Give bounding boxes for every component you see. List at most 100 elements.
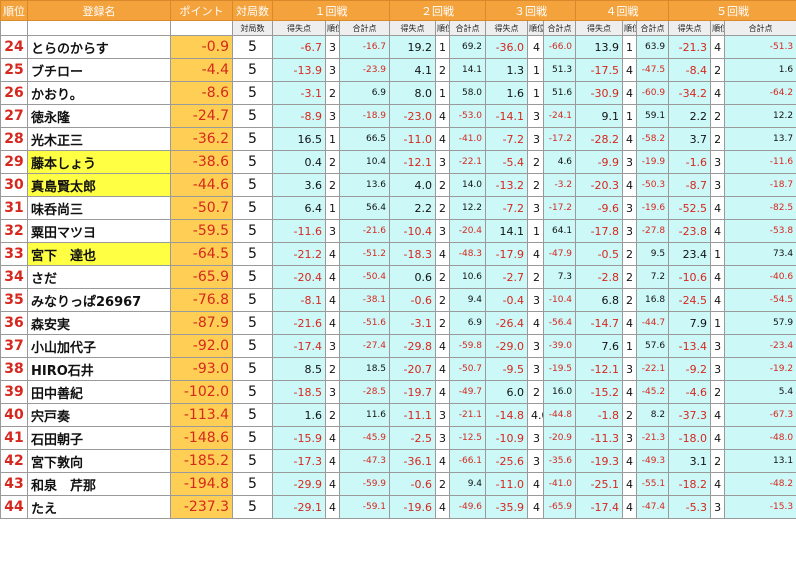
ranking-body: 24 とらのからす -0.9 5 -6.7 3 -16.7 19.2 1 69.2 -36.0 4 -6… xyxy=(0,35,796,519)
round-1-total: 10.4 xyxy=(338,150,391,174)
round-4-gain: -12.1 xyxy=(575,357,624,381)
points-cell: -194.8 xyxy=(170,472,233,496)
round-3-gain: -14.8 xyxy=(485,403,529,427)
round-4-total: -49.3 xyxy=(636,449,670,473)
round-3-gain: -9.5 xyxy=(485,357,529,381)
games-count: 5 xyxy=(232,472,273,496)
round-3-total: -56.4 xyxy=(543,311,577,335)
points-cell: -65.9 xyxy=(170,265,233,289)
round-5-total: 12.2 xyxy=(724,104,796,128)
points-cell: -36.2 xyxy=(170,127,233,151)
round-2-total: 58.0 xyxy=(449,81,487,105)
subheader-gain: 得失点 xyxy=(272,20,326,36)
player-name: ブチロー xyxy=(27,58,171,82)
player-name: 味呑尚三 xyxy=(27,196,171,220)
round-1-total: -59.9 xyxy=(338,472,391,496)
points-cell: -38.6 xyxy=(170,150,233,174)
round-5-place: 2 xyxy=(710,104,726,128)
round-2-total: 12.2 xyxy=(449,196,487,220)
points-cell: -8.6 xyxy=(170,81,233,105)
round-4-gain: -17.4 xyxy=(575,495,624,519)
round-2-place: 4 xyxy=(435,104,451,128)
round-2-place: 4 xyxy=(435,380,451,404)
round-3-total: 51.6 xyxy=(543,81,577,105)
round-3-total: -39.0 xyxy=(543,334,577,358)
round-5-place: 4 xyxy=(710,288,726,312)
games-header: 対局数 xyxy=(232,0,273,21)
round-1-place: 2 xyxy=(325,403,340,427)
round-4-total: 9.5 xyxy=(636,242,670,266)
round-4-gain: 7.6 xyxy=(575,334,624,358)
player-name: 真島賢太郎 xyxy=(27,173,171,197)
round-3-place: 1 xyxy=(527,81,545,105)
round-3-place: 3 xyxy=(527,357,545,381)
subheader-total: 合計点 xyxy=(338,20,391,36)
round-5-gain: -8.7 xyxy=(668,173,712,197)
round-5-place: 2 xyxy=(710,449,726,473)
round-5-place: 4 xyxy=(710,81,726,105)
round-1-place: 4 xyxy=(325,288,340,312)
round-2-place: 2 xyxy=(435,288,451,312)
round-1-total: -23.9 xyxy=(338,58,391,82)
round-1-gain: -18.5 xyxy=(272,380,326,404)
round-2-total: -41.0 xyxy=(449,127,487,151)
round-4-gain: -20.3 xyxy=(575,173,624,197)
round-4-total: -47.5 xyxy=(636,58,670,82)
round-3-place: 2 xyxy=(527,380,545,404)
round-5-total: -48.0 xyxy=(724,426,796,450)
round-1-header: １回戦 xyxy=(271,0,391,21)
round-1-total: -50.4 xyxy=(338,265,391,289)
round-2-total: -49.6 xyxy=(449,495,487,519)
points-cell: -237.3 xyxy=(170,495,233,519)
round-2-gain: -29.8 xyxy=(389,334,437,358)
round-2-place: 3 xyxy=(435,426,451,450)
player-name: 光木正三 xyxy=(27,127,171,151)
round-1-place: 4 xyxy=(325,311,340,335)
round-3-place: 3 xyxy=(527,334,545,358)
subheader-gain: 得失点 xyxy=(389,20,437,36)
round-2-place: 2 xyxy=(435,311,451,335)
round-2-total: 69.2 xyxy=(449,35,487,59)
round-1-gain: 1.6 xyxy=(272,403,326,427)
round-2-gain: 8.0 xyxy=(389,81,437,105)
round-1-total: 11.6 xyxy=(338,403,391,427)
player-name: 田中善紀 xyxy=(27,380,171,404)
round-2-total: 6.9 xyxy=(449,311,487,335)
round-4-gain: -30.9 xyxy=(575,81,624,105)
round-4-gain: -9.9 xyxy=(575,150,624,174)
round-3-gain: -2.7 xyxy=(485,265,529,289)
round-1-gain: -15.9 xyxy=(272,426,326,450)
rank-header: 順位 xyxy=(0,0,28,21)
table-row: 24 とらのからす -0.9 5 -6.7 3 -16.7 19.2 1 69.2 -36.0 4 -6… xyxy=(0,35,796,59)
round-4-gain: -1.8 xyxy=(575,403,624,427)
rank-cell: 34 xyxy=(0,265,28,289)
round-5-total: 5.4 xyxy=(724,380,796,404)
round-4-gain: -25.1 xyxy=(575,472,624,496)
round-5-total: -19.2 xyxy=(724,357,796,381)
round-1-total: -18.9 xyxy=(338,104,391,128)
round-4-header: ４回戦 xyxy=(575,0,670,21)
round-5-total: -11.6 xyxy=(724,150,796,174)
round-1-total: 66.5 xyxy=(338,127,391,151)
games-count: 5 xyxy=(232,150,273,174)
points-cell: -59.5 xyxy=(170,219,233,243)
rank-cell: 31 xyxy=(0,196,28,220)
round-4-total: -50.3 xyxy=(636,173,670,197)
games-count: 5 xyxy=(232,380,273,404)
round-4-gain: -9.6 xyxy=(575,196,624,220)
round-3-total: 4.6 xyxy=(543,150,577,174)
round-3-gain: -17.9 xyxy=(485,242,529,266)
round-1-gain: 8.5 xyxy=(272,357,326,381)
round-3-place: 1 xyxy=(527,58,545,82)
round-5-total: -64.2 xyxy=(724,81,796,105)
round-1-total: -27.4 xyxy=(338,334,391,358)
round-1-gain: -17.4 xyxy=(272,334,326,358)
subheader-place: 順位 xyxy=(435,20,451,36)
round-4-place: 4 xyxy=(622,495,638,519)
round-3-place: 4 xyxy=(527,242,545,266)
round-3-gain: -36.0 xyxy=(485,35,529,59)
player-name: みなりっぱ26967 xyxy=(27,288,171,312)
round-1-total: -21.6 xyxy=(338,219,391,243)
round-4-place: 3 xyxy=(622,357,638,381)
round-5-total: -40.6 xyxy=(724,265,796,289)
